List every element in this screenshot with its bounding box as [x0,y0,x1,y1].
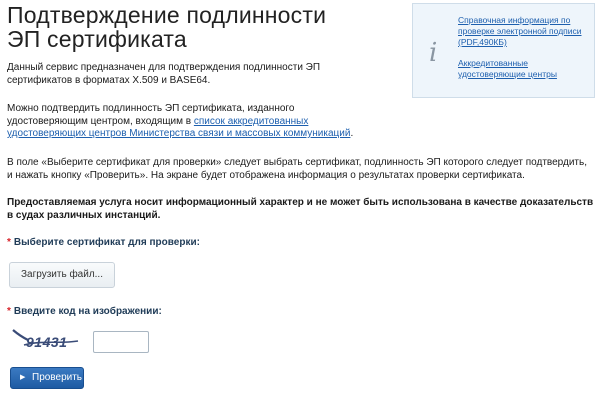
info-links: Справочная информация по проверке электр… [458,15,590,90]
captcha-image: 91431 [12,326,84,352]
instruction-text: В поле «Выберите сертификат для проверки… [7,157,587,181]
required-mark: * [7,306,11,317]
check-button-label: Проверить [32,372,83,383]
info-box: i Справочная информация по проверке элек… [412,3,595,98]
captcha-label: * Введите код на изображении: [7,306,162,317]
captcha-input[interactable] [93,331,149,353]
intro-text: Данный сервис предназначен для подтвержд… [7,62,321,86]
accreditation-text: Можно подтвердить подлинность ЭП сертифи… [7,103,377,141]
accredited-centers-link[interactable]: Аккредитованные удостоверяющие центры [458,58,590,80]
page-title: Подтверждение подлинности ЭП сертификата [7,3,387,51]
captcha-label-text: Введите код на изображении: [13,306,162,317]
reference-info-link[interactable]: Справочная информация по проверке электр… [458,15,590,48]
page-title-line2: ЭП сертификата [7,26,187,52]
select-certificate-label-text: Выберите сертификат для проверки: [13,237,200,248]
check-button[interactable]: ▶ Проверить [10,367,84,389]
info-icon: i [429,38,438,68]
disclaimer-text: Предоставляемая услуга носит информацион… [7,197,594,221]
play-icon: ▶ [20,374,26,381]
required-mark: * [7,237,11,248]
upload-file-button[interactable]: Загрузить файл... [9,262,115,288]
accreditation-text-end: . [350,128,354,139]
captcha-code: 91431 [26,334,68,350]
page-title-line1: Подтверждение подлинности [7,2,327,28]
select-certificate-label: * Выберите сертификат для проверки: [7,237,200,248]
